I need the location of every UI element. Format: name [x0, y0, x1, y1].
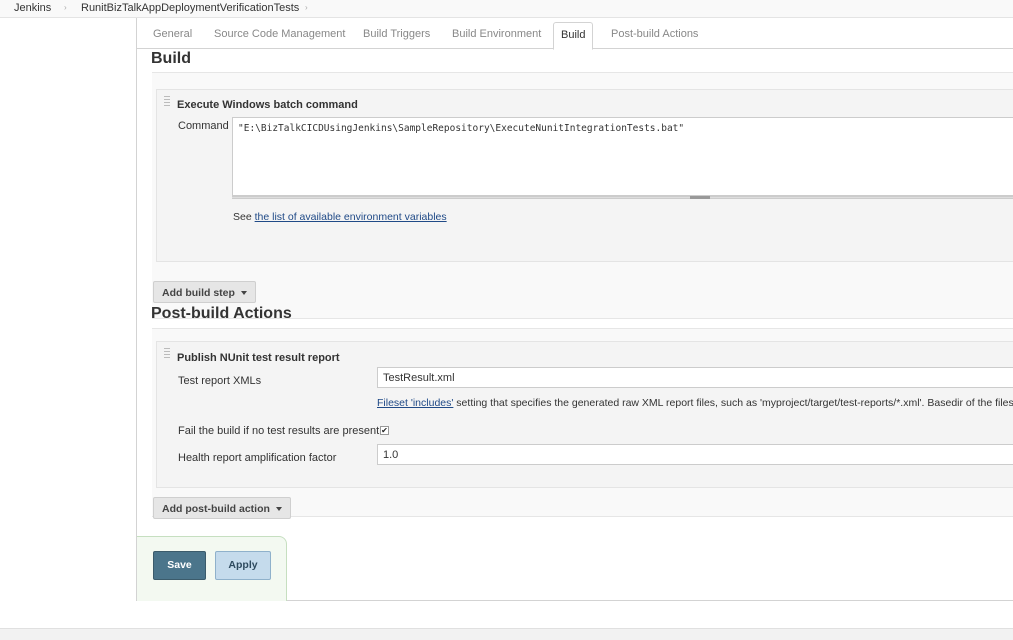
post-build-actions-container: Publish NUnit test result report Test re…	[152, 328, 1013, 519]
drag-handle-icon[interactable]	[164, 348, 170, 360]
caret-down-icon	[275, 507, 282, 512]
breadcrumb-separator-icon[interactable]: ›	[305, 3, 308, 12]
env-vars-help-prefix: See	[233, 211, 252, 223]
tab-post-build-actions[interactable]: Post-build Actions	[611, 28, 698, 40]
health-factor-label: Health report amplification factor	[178, 452, 337, 464]
drag-handle-icon[interactable]	[164, 96, 170, 108]
test-report-xmls-label: Test report XMLs	[178, 375, 262, 387]
post-build-action-nunit: Publish NUnit test result report Test re…	[156, 341, 1013, 488]
caret-down-icon	[240, 291, 247, 296]
tab-source-code-management[interactable]: Source Code Management	[214, 28, 345, 40]
add-post-build-action-label: Add post-build action	[162, 503, 270, 515]
breadcrumb-separator-icon[interactable]: ›	[64, 3, 67, 12]
build-step-batch-command: Execute Windows batch command Command "E…	[156, 89, 1013, 262]
tab-build[interactable]: Build	[553, 22, 594, 50]
build-step-title: Execute Windows batch command	[177, 99, 358, 111]
post-build-section-heading: Post-build Actions	[151, 305, 292, 322]
bottom-button-bar: Save Apply	[137, 536, 287, 601]
apply-button[interactable]: Apply	[215, 551, 271, 580]
breadcrumb-item-job[interactable]: RunitBizTalkAppDeploymentVerificationTes…	[81, 2, 299, 14]
command-textarea[interactable]: "E:\BizTalkCICDUsingJenkins\SampleReposi…	[232, 117, 1013, 196]
command-label: Command	[178, 120, 229, 132]
tab-build-environment[interactable]: Build Environment	[452, 28, 541, 40]
post-build-action-title: Publish NUnit test result report	[177, 352, 340, 364]
fileset-includes-link[interactable]: Fileset 'includes'	[377, 397, 453, 409]
test-report-xmls-input[interactable]: TestResult.xml	[377, 367, 1013, 388]
env-vars-help: See the list of available environment va…	[233, 211, 447, 223]
tab-general[interactable]: General	[153, 28, 192, 40]
breadcrumb-item-jenkins[interactable]: Jenkins	[14, 2, 51, 14]
page-footer	[0, 628, 1013, 640]
build-steps-container: Execute Windows batch command Command "E…	[152, 72, 1013, 319]
add-post-build-action-button[interactable]: Add post-build action	[153, 497, 291, 519]
fileset-includes-help-text: setting that specifies the generated raw…	[453, 397, 1013, 409]
breadcrumb: Jenkins › RunitBizTalkAppDeploymentVerif…	[0, 0, 1013, 18]
health-factor-input[interactable]: 1.0	[377, 444, 1013, 465]
textarea-resize-handle[interactable]	[232, 196, 1013, 199]
env-vars-link[interactable]: the list of available environment variab…	[255, 211, 447, 223]
build-section-heading: Build	[151, 50, 191, 67]
fail-build-checkbox[interactable]: ✔	[380, 426, 389, 435]
fail-build-label: Fail the build if no test results are pr…	[178, 425, 380, 437]
save-button[interactable]: Save	[153, 551, 206, 580]
tab-build-triggers[interactable]: Build Triggers	[363, 28, 430, 40]
add-build-step-button[interactable]: Add build step	[153, 281, 256, 303]
section-tabbar: General Source Code Management Build Tri…	[137, 18, 1013, 50]
test-report-xmls-help: Fileset 'includes' setting that specifie…	[377, 397, 1013, 409]
resize-grip-icon[interactable]	[690, 196, 710, 199]
add-build-step-label: Add build step	[162, 287, 235, 299]
config-panel: General Source Code Management Build Tri…	[136, 18, 1013, 601]
